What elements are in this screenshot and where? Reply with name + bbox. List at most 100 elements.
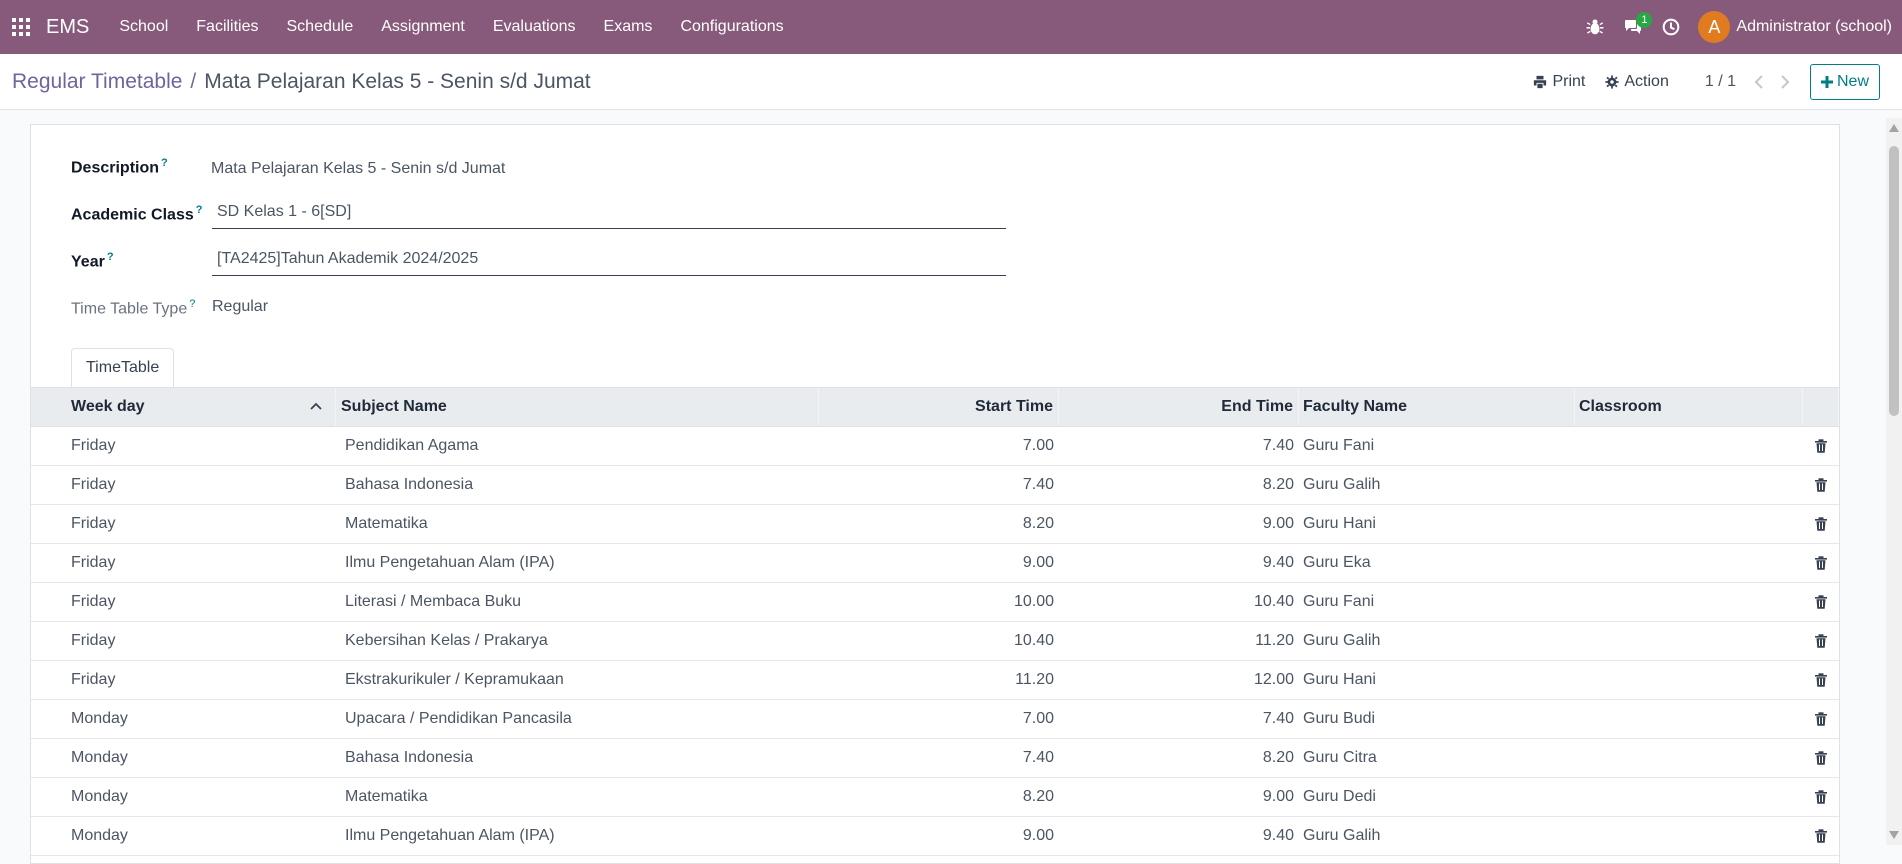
cell-start-time[interactable]: 10.40 [819, 622, 1059, 660]
new-record-button[interactable]: New [1809, 64, 1880, 100]
cell-faculty-name[interactable]: Guru Hani [1299, 505, 1575, 543]
cell-week-day[interactable]: Friday [31, 505, 336, 543]
table-row[interactable]: Monday Upacara / Pendidikan Pancasila 7.… [31, 700, 1839, 739]
cell-subject-name[interactable]: Ilmu Pengetahuan Alam (IPA) [336, 544, 819, 582]
scroll-up-arrow-icon[interactable] [1889, 124, 1899, 132]
cell-start-time[interactable]: 9.00 [819, 544, 1059, 582]
cell-week-day[interactable]: Friday [31, 583, 336, 621]
menu-school[interactable]: School [105, 0, 182, 54]
table-row[interactable]: Monday Ilmu Pengetahuan Alam (IPA) 9.00 … [31, 817, 1839, 856]
column-end-time[interactable]: End Time [1059, 388, 1299, 426]
cell-end-time[interactable]: 8.20 [1059, 739, 1299, 777]
cell-classroom[interactable] [1575, 466, 1803, 504]
delete-row-button[interactable] [1803, 700, 1839, 738]
cell-subject-name[interactable]: Matematika [336, 778, 819, 816]
delete-row-button[interactable] [1803, 778, 1839, 816]
cell-classroom[interactable] [1575, 505, 1803, 543]
cell-subject-name[interactable]: Matematika [336, 505, 819, 543]
description-field[interactable]: Mata Pelajaran Kelas 5 - Senin s/d Jumat [211, 160, 505, 178]
delete-row-button[interactable] [1803, 505, 1839, 543]
cell-end-time[interactable]: 9.00 [1059, 505, 1299, 543]
column-subject-name[interactable]: Subject Name [336, 388, 819, 426]
cell-end-time[interactable]: 8.20 [1059, 466, 1299, 504]
description-help-icon[interactable]: ? [161, 157, 168, 169]
cell-classroom[interactable] [1575, 778, 1803, 816]
debug-bug-icon[interactable] [1576, 0, 1614, 54]
timetable-type-field[interactable]: Regular [212, 298, 268, 316]
cell-subject-name[interactable]: Bahasa Indonesia [336, 739, 819, 777]
menu-assignment[interactable]: Assignment [367, 0, 479, 54]
menu-facilities[interactable]: Facilities [182, 0, 272, 54]
cell-week-day[interactable]: Friday [31, 427, 336, 465]
cell-end-time[interactable]: 10.40 [1059, 583, 1299, 621]
cell-faculty-name[interactable]: Guru Galih [1299, 466, 1575, 504]
cell-week-day[interactable]: Monday [31, 739, 336, 777]
timetable-type-help-icon[interactable]: ? [189, 298, 195, 310]
cell-start-time[interactable]: 7.00 [819, 700, 1059, 738]
cell-faculty-name[interactable]: Guru Fani [1299, 427, 1575, 465]
cell-start-time[interactable]: 8.20 [819, 505, 1059, 543]
cell-week-day[interactable]: Monday [31, 700, 336, 738]
table-row[interactable]: Friday Bahasa Indonesia 7.40 8.20 Guru G… [31, 466, 1839, 505]
column-faculty-name[interactable]: Faculty Name [1299, 388, 1575, 426]
cell-subject-name[interactable]: Literasi / Membaca Buku [336, 583, 819, 621]
cell-faculty-name[interactable]: Guru Galih [1299, 622, 1575, 660]
cell-subject-name[interactable]: Kebersihan Kelas / Prakarya [336, 622, 819, 660]
cell-end-time[interactable]: 9.40 [1059, 817, 1299, 855]
cell-faculty-name[interactable]: Guru Fani [1299, 583, 1575, 621]
activity-clock-icon[interactable] [1652, 0, 1690, 54]
cell-classroom[interactable] [1575, 622, 1803, 660]
messages-chat-icon[interactable]: 1 [1614, 0, 1653, 54]
delete-row-button[interactable] [1803, 544, 1839, 582]
cell-start-time[interactable]: 7.00 [819, 427, 1059, 465]
cell-faculty-name[interactable]: Guru Budi [1299, 700, 1575, 738]
cell-start-time[interactable]: 10.00 [819, 583, 1059, 621]
cell-end-time[interactable]: 9.40 [1059, 544, 1299, 582]
cell-faculty-name[interactable]: Guru Galih [1299, 817, 1575, 855]
cell-faculty-name[interactable]: Guru Dedi [1299, 778, 1575, 816]
page-scrollbar[interactable] [1886, 118, 1902, 845]
action-button[interactable]: Action [1595, 73, 1678, 91]
delete-row-button[interactable] [1803, 739, 1839, 777]
table-row[interactable]: Friday Ekstrakurikuler / Kepramukaan 11.… [31, 661, 1839, 700]
app-brand[interactable]: EMS [42, 16, 105, 39]
cell-end-time[interactable]: 7.40 [1059, 700, 1299, 738]
cell-week-day[interactable]: Friday [31, 466, 336, 504]
table-row[interactable]: Friday Pendidikan Agama 7.00 7.40 Guru F… [31, 427, 1839, 466]
column-start-time[interactable]: Start Time [819, 388, 1059, 426]
delete-row-button[interactable] [1803, 622, 1839, 660]
academic-class-help-icon[interactable]: ? [196, 204, 203, 216]
cell-classroom[interactable] [1575, 661, 1803, 699]
cell-end-time[interactable]: 12.00 [1059, 661, 1299, 699]
cell-classroom[interactable] [1575, 700, 1803, 738]
pager-previous-icon[interactable] [1746, 67, 1772, 97]
column-classroom[interactable]: Classroom [1575, 388, 1803, 426]
cell-start-time[interactable]: 9.00 [819, 817, 1059, 855]
table-row[interactable]: Monday Bahasa Indonesia 7.40 8.20 Guru C… [31, 739, 1839, 778]
menu-evaluations[interactable]: Evaluations [479, 0, 590, 54]
cell-start-time[interactable]: 11.20 [819, 661, 1059, 699]
cell-week-day[interactable]: Friday [31, 661, 336, 699]
table-row[interactable]: Friday Literasi / Membaca Buku 10.00 10.… [31, 583, 1839, 622]
cell-subject-name[interactable]: Upacara / Pendidikan Pancasila [336, 700, 819, 738]
cell-subject-name[interactable]: Pendidikan Agama [336, 427, 819, 465]
breadcrumb-parent-link[interactable]: Regular Timetable [12, 70, 182, 94]
cell-week-day[interactable]: Monday [31, 778, 336, 816]
apps-grid-icon[interactable] [0, 0, 42, 54]
menu-configurations[interactable]: Configurations [666, 0, 797, 54]
tab-timetable[interactable]: TimeTable [71, 348, 175, 388]
cell-subject-name[interactable]: Ilmu Pengetahuan Alam (IPA) [336, 817, 819, 855]
delete-row-button[interactable] [1803, 427, 1839, 465]
scrollbar-thumb[interactable] [1889, 146, 1899, 416]
cell-end-time[interactable]: 9.00 [1059, 778, 1299, 816]
cell-week-day[interactable]: Friday [31, 544, 336, 582]
print-button[interactable]: Print [1523, 73, 1595, 91]
cell-subject-name[interactable]: Ekstrakurikuler / Kepramukaan [336, 661, 819, 699]
menu-exams[interactable]: Exams [590, 0, 667, 54]
cell-end-time[interactable]: 7.40 [1059, 427, 1299, 465]
delete-row-button[interactable] [1803, 661, 1839, 699]
cell-start-time[interactable]: 7.40 [819, 739, 1059, 777]
cell-week-day[interactable]: Friday [31, 622, 336, 660]
cell-classroom[interactable] [1575, 739, 1803, 777]
scroll-down-arrow-icon[interactable] [1889, 831, 1899, 839]
